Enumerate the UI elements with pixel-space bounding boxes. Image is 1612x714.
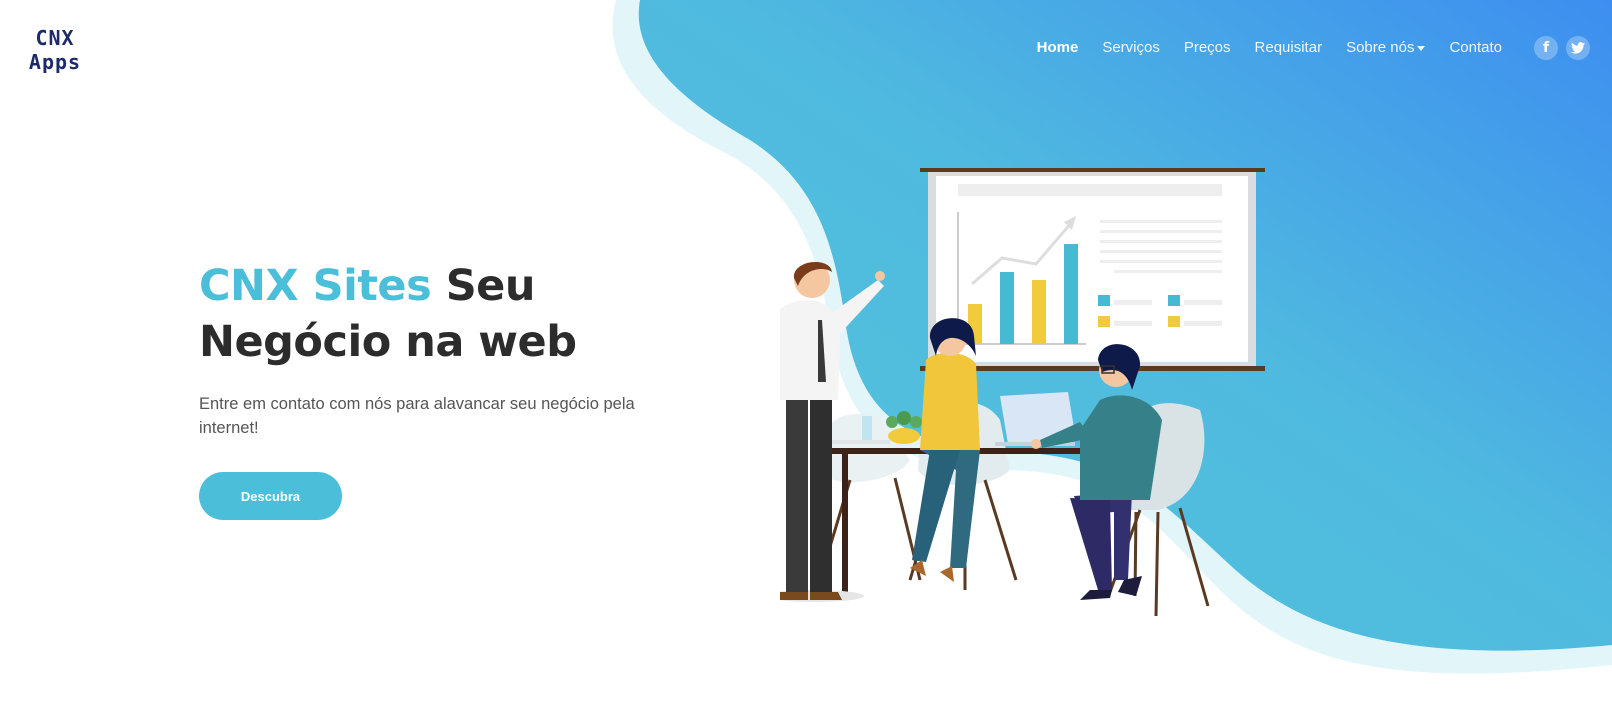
nav-requisitar[interactable]: Requisitar (1255, 36, 1323, 60)
twitter-icon[interactable] (1566, 36, 1590, 60)
facebook-icon[interactable]: f (1534, 36, 1558, 60)
nav-servicos[interactable]: Serviços (1102, 36, 1160, 60)
nav-precos[interactable]: Preços (1184, 36, 1231, 60)
discover-button[interactable]: Descubra (199, 472, 342, 520)
logo-line-2: Apps (28, 50, 82, 74)
brand-logo[interactable]: CNX Apps (20, 26, 90, 74)
meeting-illustration (780, 168, 1265, 617)
main-nav: Home Serviços Preços Requisitar Sobre nó… (1013, 36, 1590, 60)
nav-sobre-nos-label: Sobre nós (1346, 39, 1415, 56)
nav-contato[interactable]: Contato (1449, 36, 1502, 60)
man-with-laptop-illustration (1031, 344, 1162, 600)
nav-sobre-nos-dropdown[interactable]: Sobre nós (1346, 36, 1426, 60)
social-links: f (1526, 36, 1590, 60)
logo-line-1: CNX (35, 26, 75, 50)
hero-title-accent: CNX Sites (199, 261, 432, 311)
hero-title: CNX Sites Seu Negócio na web (199, 258, 659, 370)
hero-description: Entre em contato com nós para alavancar … (199, 395, 635, 437)
hero-section: CNX Sites Seu Negócio na web Entre em co… (199, 258, 659, 520)
caret-down-icon (1417, 45, 1426, 51)
nav-home[interactable]: Home (1037, 36, 1079, 60)
